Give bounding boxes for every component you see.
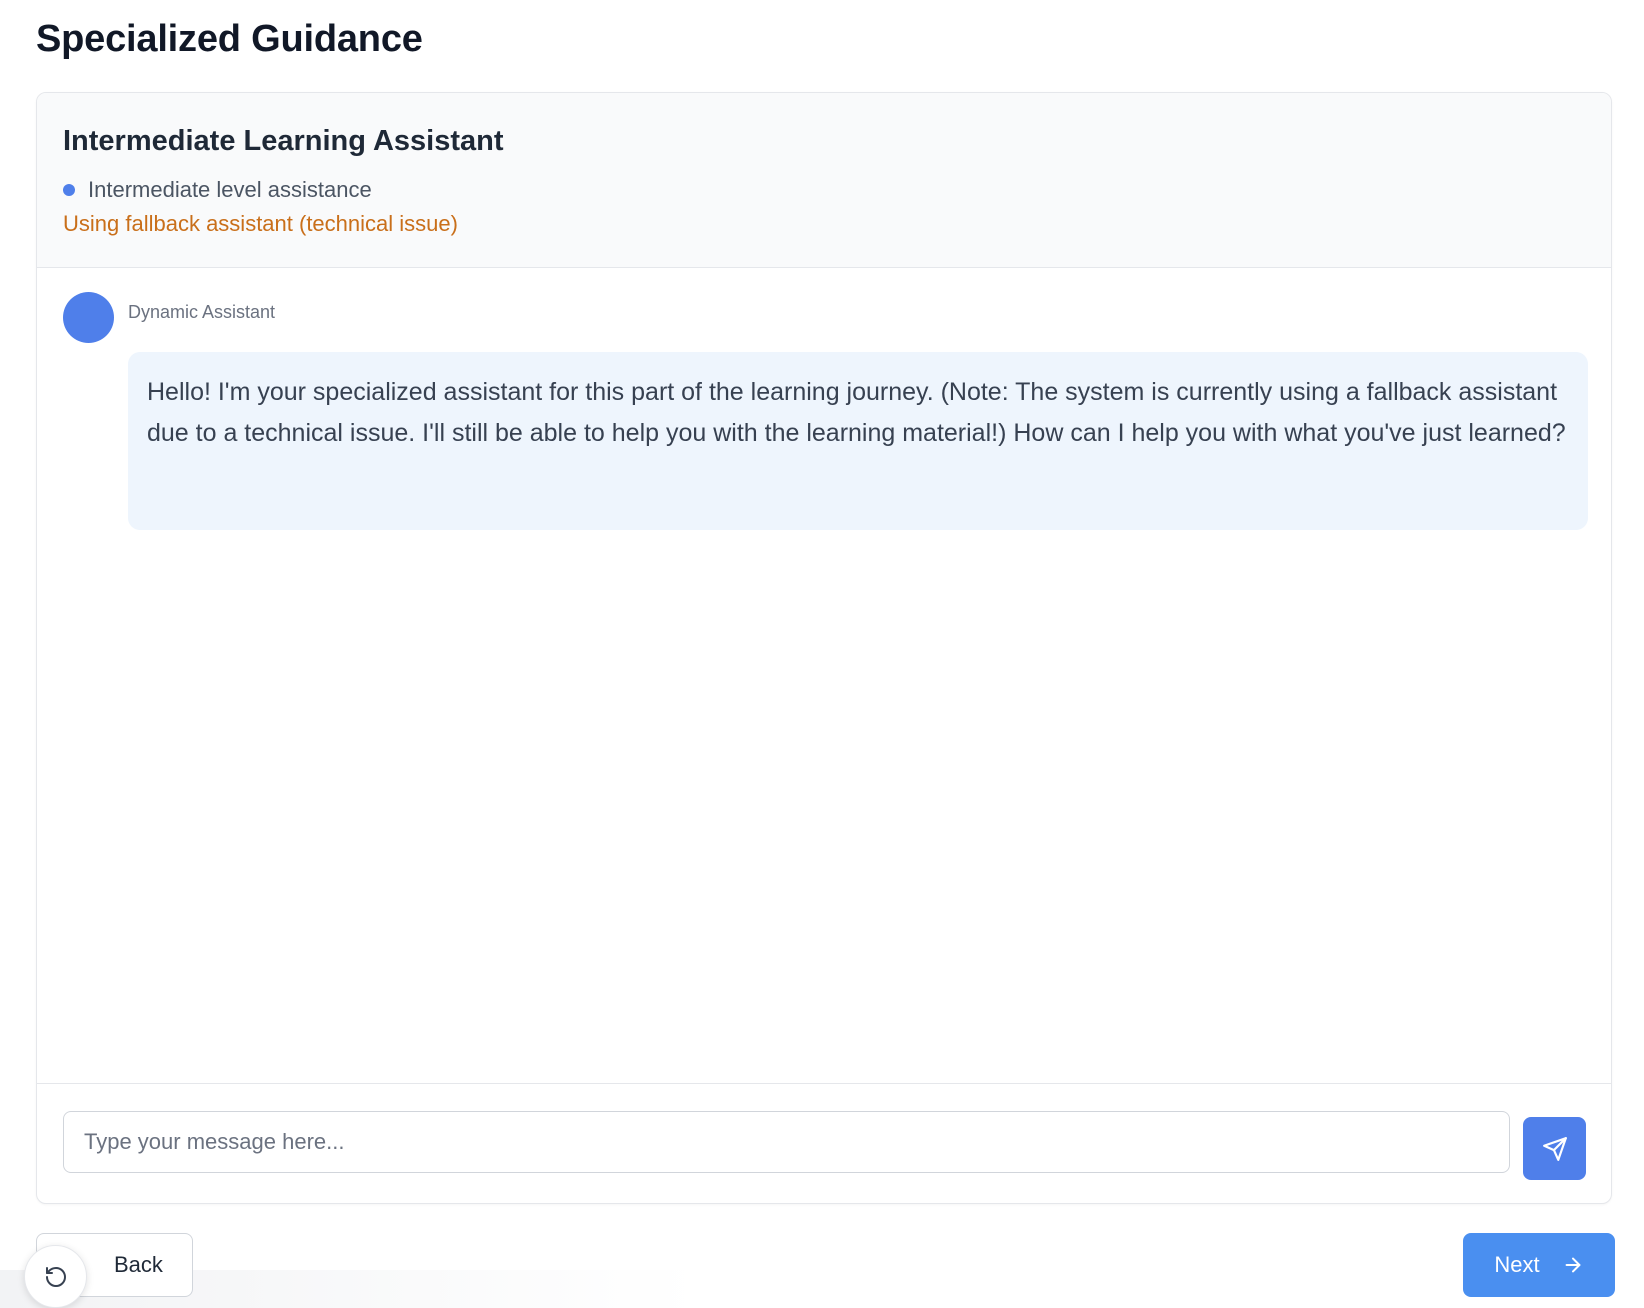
arrow-right-icon xyxy=(1565,1257,1581,1273)
message-bubble: Hello! I'm your specialized assistant fo… xyxy=(128,352,1588,530)
level-label: Intermediate level assistance xyxy=(88,177,372,202)
page-title: Specialized Guidance xyxy=(36,18,423,60)
next-button[interactable]: Next xyxy=(1463,1233,1615,1297)
back-button-label: Back xyxy=(114,1252,163,1277)
assistant-avatar xyxy=(63,292,114,343)
message-sender: Dynamic Assistant xyxy=(128,302,276,322)
reset-button[interactable] xyxy=(24,1245,87,1308)
chat-panel: Intermediate Learning Assistant Intermed… xyxy=(36,92,1612,1204)
status-dot-icon xyxy=(63,184,75,196)
composer xyxy=(37,1083,1611,1203)
level-indicator: Intermediate level assistance xyxy=(63,175,372,205)
next-button-label: Next xyxy=(1494,1252,1540,1277)
send-button[interactable] xyxy=(1523,1117,1586,1180)
assistant-title: Intermediate Learning Assistant xyxy=(63,125,504,157)
fallback-notice: Using fallback assistant (technical issu… xyxy=(63,211,458,236)
message-input[interactable] xyxy=(63,1111,1510,1173)
rotate-ccw-icon xyxy=(45,1266,66,1287)
chat-header: Intermediate Learning Assistant Intermed… xyxy=(37,93,1611,268)
message-list[interactable]: Dynamic Assistant Hello! I'm your specia… xyxy=(37,268,1611,1084)
message-text: Hello! I'm your specialized assistant fo… xyxy=(147,378,1566,447)
send-icon xyxy=(1542,1136,1567,1161)
